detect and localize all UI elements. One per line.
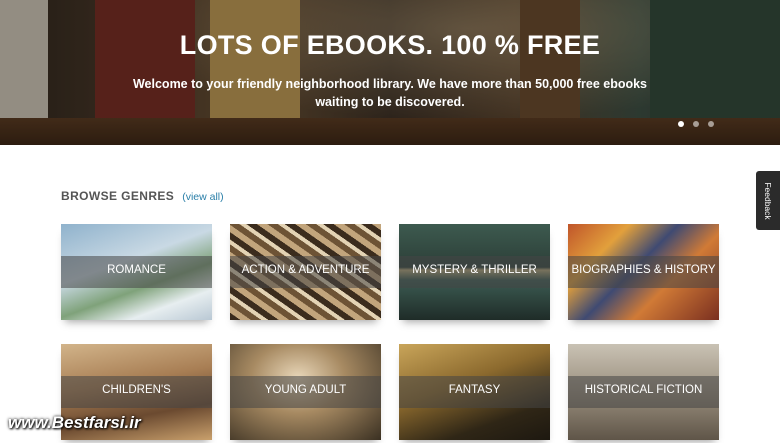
genre-label: ACTION & ADVENTURE: [241, 264, 370, 276]
hero-subtitle: Welcome to your friendly neighborhood li…: [132, 77, 648, 109]
genre-label: FANTASY: [448, 384, 501, 396]
carousel-dot-3[interactable]: [708, 121, 714, 127]
genre-label: YOUNG ADULT: [264, 384, 347, 396]
genre-tile-fantasy[interactable]: FANTASY: [399, 344, 550, 440]
carousel-dot-2[interactable]: [693, 121, 699, 127]
genre-tile-biographies-history[interactable]: BIOGRAPHIES & HISTORY: [568, 224, 719, 320]
hero-banner: LOTS OF EBOOKS. 100 % FREE Welcome to yo…: [0, 0, 780, 145]
feedback-label: Feedback: [763, 181, 773, 220]
carousel-dot-1[interactable]: [678, 121, 684, 127]
view-all-link[interactable]: (view all): [182, 191, 223, 203]
hero-title: LOTS OF EBOOKS. 100 % FREE: [179, 30, 601, 60]
genre-label: MYSTERY & THRILLER: [412, 264, 537, 276]
genre-tile-historical-fiction[interactable]: HISTORICAL FICTION: [568, 344, 719, 440]
watermark: www.Bestfarsi.ir: [8, 413, 141, 432]
browse-genres-title: BROWSE GENRES: [61, 189, 175, 203]
genre-tile-young-adult[interactable]: YOUNG ADULT: [230, 344, 381, 440]
genre-label: BIOGRAPHIES & HISTORY: [571, 264, 716, 276]
genre-label: ROMANCE: [107, 264, 166, 276]
genre-tile-mystery-thriller[interactable]: MYSTERY & THRILLER: [399, 224, 550, 320]
genre-tile-romance[interactable]: ROMANCE: [61, 224, 212, 320]
browse-genres-header: BROWSE GENRES (view all): [61, 189, 224, 203]
hero-overlay: [0, 0, 780, 145]
feedback-button[interactable]: Feedback: [756, 171, 780, 230]
genre-label: CHILDREN'S: [102, 384, 171, 396]
genre-label: HISTORICAL FICTION: [584, 384, 703, 396]
genre-tile-action-adventure[interactable]: ACTION & ADVENTURE: [230, 224, 381, 320]
carousel-dots: [678, 121, 714, 127]
